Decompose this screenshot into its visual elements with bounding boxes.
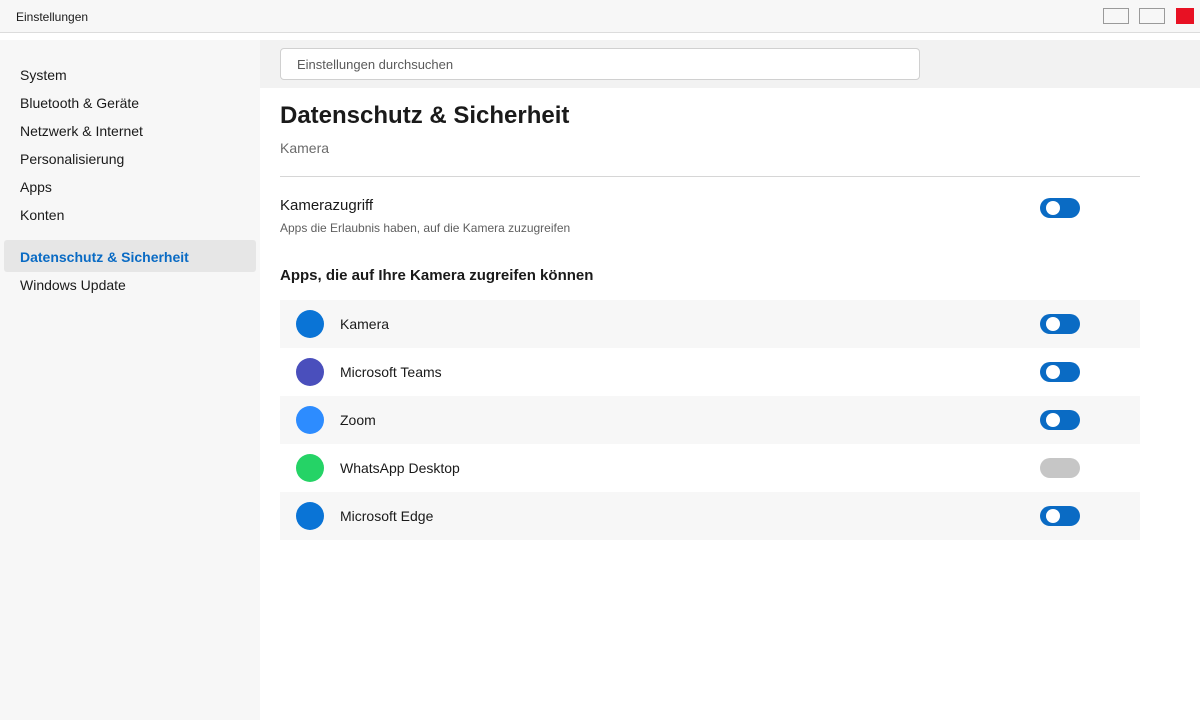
- app-name: Zoom: [340, 412, 376, 428]
- teams-app-icon: [296, 358, 324, 386]
- camera-access-title: Kamerazugriff: [280, 197, 374, 214]
- minimize-button[interactable]: [1103, 8, 1129, 24]
- sidebar-item-personalization[interactable]: Personalisierung: [4, 145, 256, 173]
- app-camera-toggle[interactable]: [1040, 410, 1080, 430]
- app-name: Kamera: [340, 316, 390, 332]
- breadcrumb: Kamera: [280, 140, 330, 156]
- sidebar-item-network-internet[interactable]: Netzwerk & Internet: [4, 117, 256, 145]
- toggle-knob: [1046, 509, 1060, 523]
- camera-access-description: Apps die Erlaubnis haben, auf die Kamera…: [280, 221, 571, 235]
- search-input[interactable]: [280, 48, 920, 80]
- zoom-app-icon: [296, 406, 324, 434]
- maximize-button[interactable]: [1139, 8, 1165, 24]
- close-button[interactable]: [1176, 8, 1194, 24]
- sidebar-item-system[interactable]: System: [4, 61, 256, 89]
- app-name: Microsoft Teams: [340, 364, 442, 380]
- sidebar-item-accounts[interactable]: Konten: [4, 201, 256, 229]
- app-camera-toggle[interactable]: [1040, 458, 1080, 478]
- sidebar-item-apps[interactable]: Apps: [4, 173, 256, 201]
- sidebar-item-bluetooth-devices[interactable]: Bluetooth & Geräte: [4, 89, 256, 117]
- sidebar-item-windows-update[interactable]: Windows Update: [4, 271, 256, 299]
- toggle-knob: [1046, 365, 1060, 379]
- search-bar-area: [260, 40, 1200, 88]
- title-bar: Einstellungen: [0, 0, 1200, 33]
- app-row-microsoft-edge: Microsoft Edge: [280, 492, 1140, 540]
- app-row-microsoft-teams: Microsoft Teams: [280, 348, 1140, 396]
- sidebar: System Bluetooth & Geräte Netzwerk & Int…: [0, 40, 260, 720]
- app-camera-toggle[interactable]: [1040, 362, 1080, 382]
- sidebar-item-privacy-security[interactable]: Datenschutz & Sicherheit: [4, 240, 256, 272]
- toggle-knob: [1046, 413, 1060, 427]
- app-name: WhatsApp Desktop: [340, 460, 460, 476]
- toggle-knob: [1046, 317, 1060, 331]
- divider: [280, 176, 1140, 177]
- app-row-kamera: Kamera: [280, 300, 1140, 348]
- app-row-zoom: Zoom: [280, 396, 1140, 444]
- app-camera-toggle[interactable]: [1040, 506, 1080, 526]
- toggle-knob: [1046, 201, 1060, 215]
- whatsapp-app-icon: [296, 454, 324, 482]
- camera-access-toggle[interactable]: [1040, 198, 1080, 218]
- app-name: Microsoft Edge: [340, 508, 434, 524]
- app-row-whatsapp-desktop: WhatsApp Desktop: [280, 444, 1140, 492]
- apps-section-title: Apps, die auf Ihre Kamera zugreifen könn…: [280, 267, 594, 284]
- app-camera-toggle[interactable]: [1040, 314, 1080, 334]
- camera-app-icon: [296, 310, 324, 338]
- edge-app-icon: [296, 502, 324, 530]
- window-title: Einstellungen: [16, 10, 89, 24]
- page-title: Datenschutz & Sicherheit: [280, 102, 570, 129]
